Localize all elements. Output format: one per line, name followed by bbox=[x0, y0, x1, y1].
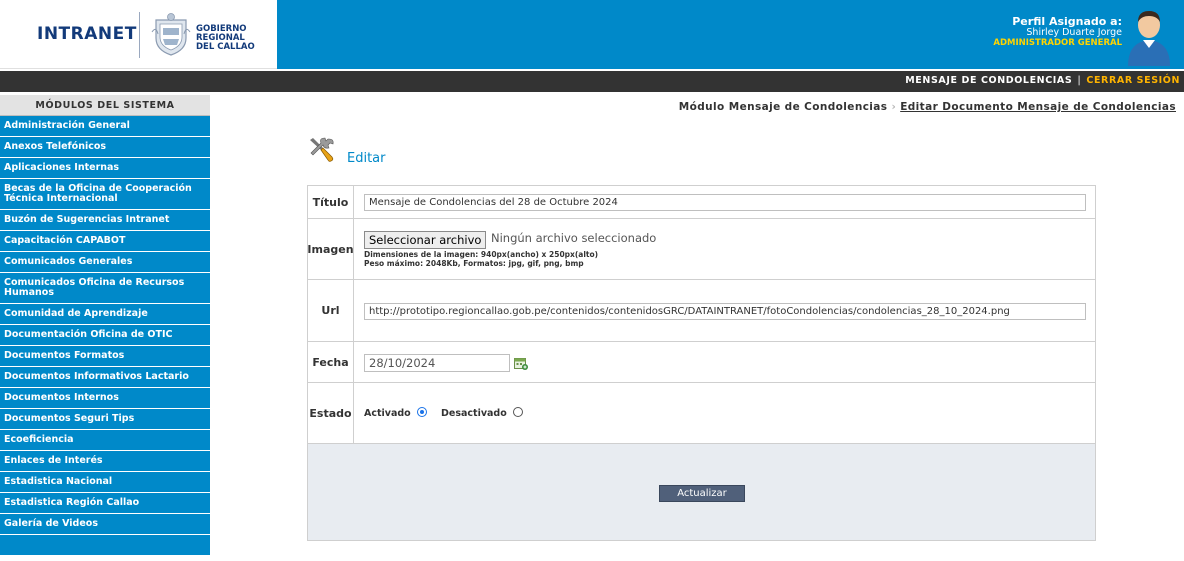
sidebar-item-documentacion-otic[interactable]: Documentación Oficina de OTIC bbox=[0, 325, 210, 346]
sidebar-item-more[interactable] bbox=[0, 535, 210, 556]
sidebar-item-buzon-sugerencias[interactable]: Buzón de Sugerencias Intranet bbox=[0, 210, 210, 231]
sidebar: MÓDULOS DEL SISTEMA Administración Gener… bbox=[0, 95, 210, 561]
sidebar-item-anexos-telefonicos[interactable]: Anexos Telefónicos bbox=[0, 137, 210, 158]
sidebar-title: MÓDULOS DEL SISTEMA bbox=[0, 95, 210, 116]
logout-link[interactable]: CERRAR SESIÓN bbox=[1086, 75, 1180, 86]
sidebar-item-label: Comunicados Oficina de Recursos Humanos bbox=[4, 277, 185, 298]
avatar bbox=[1128, 11, 1170, 66]
titulo-input[interactable]: Mensaje de Condolencias del 28 de Octubr… bbox=[364, 194, 1086, 211]
fecha-input[interactable]: 28/10/2024 bbox=[364, 354, 510, 372]
url-label: Url bbox=[308, 280, 354, 341]
image-dimensions-hint: Dimensiones de la imagen: 940px(ancho) x… bbox=[364, 250, 599, 259]
breadcrumb-current[interactable]: Editar Documento Mensaje de Condolencias bbox=[900, 101, 1176, 113]
top-navigation-bar: MENSAJE DE CONDOLENCIAS | CERRAR SESIÓN bbox=[0, 71, 1184, 92]
gov-line-3: DEL CALLAO bbox=[196, 42, 255, 52]
top-navigation-links: MENSAJE DE CONDOLENCIAS | CERRAR SESIÓN bbox=[905, 75, 1180, 86]
url-input[interactable]: http://prototipo.regioncallao.gob.pe/con… bbox=[364, 303, 1086, 320]
logo-area: INTRANET GOBIERNO REGIONAL DEL CALLAO bbox=[0, 0, 277, 69]
sidebar-item-administracion-general[interactable]: Administración General bbox=[0, 116, 210, 137]
sidebar-item-label: Galería de Videos bbox=[4, 518, 98, 529]
sidebar-item-label: Estadistica Nacional bbox=[4, 476, 113, 487]
regional-crest-icon bbox=[151, 13, 191, 56]
sidebar-item-galeria-videos[interactable]: Galería de Videos bbox=[0, 514, 210, 535]
image-weight-hint: Peso máximo: 2048Kb, Formatos: jpg, gif,… bbox=[364, 259, 584, 268]
activado-radio[interactable] bbox=[417, 407, 427, 417]
current-module-link[interactable]: MENSAJE DE CONDOLENCIAS bbox=[905, 75, 1072, 86]
imagen-cell: Seleccionar archivo Ningún archivo selec… bbox=[355, 219, 1095, 279]
sidebar-item-label: Comunicados Generales bbox=[4, 256, 133, 267]
imagen-label: Imagen bbox=[307, 219, 354, 279]
sidebar-item-aplicaciones-internas[interactable]: Aplicaciones Internas bbox=[0, 158, 210, 179]
desactivado-label[interactable]: Desactivado bbox=[441, 408, 507, 419]
header: INTRANET GOBIERNO REGIONAL DEL CALLAO Pe… bbox=[0, 0, 1184, 69]
sidebar-item-comunicados-rrhh[interactable]: Comunicados Oficina de Recursos Humanos bbox=[0, 273, 210, 304]
update-button[interactable]: Actualizar bbox=[659, 485, 745, 502]
choose-file-button[interactable]: Seleccionar archivo bbox=[364, 231, 487, 249]
sidebar-item-capacitacion[interactable]: Capacitación CAPABOT bbox=[0, 231, 210, 252]
edit-form: Título Mensaje de Condolencias del 28 de… bbox=[307, 185, 1096, 541]
fecha-cell: 28/10/2024 bbox=[355, 342, 1095, 382]
sidebar-item-label: Becas de la Oficina de Cooperación Técni… bbox=[4, 183, 192, 204]
breadcrumb-parent[interactable]: Módulo Mensaje de Condolencias bbox=[679, 101, 888, 113]
logo-divider bbox=[139, 12, 140, 58]
fecha-label: Fecha bbox=[308, 342, 354, 382]
page-title: Editar bbox=[347, 151, 386, 166]
sidebar-item-documentos-formatos[interactable]: Documentos Formatos bbox=[0, 346, 210, 367]
estado-cell: Activado Desactivado bbox=[355, 383, 1095, 443]
sidebar-item-estadistica-callao[interactable]: Estadistica Región Callao bbox=[0, 493, 210, 514]
desactivado-radio[interactable] bbox=[513, 407, 523, 417]
sidebar-item-label: Documentos Seguri Tips bbox=[4, 413, 135, 424]
form-row-titulo: Título Mensaje de Condolencias del 28 de… bbox=[308, 186, 1095, 219]
file-status: Ningún archivo seleccionado bbox=[491, 231, 657, 245]
url-cell: http://prototipo.regioncallao.gob.pe/con… bbox=[355, 280, 1095, 341]
sidebar-item-label: Documentación Oficina de OTIC bbox=[4, 329, 173, 340]
sidebar-item-enlaces-interes[interactable]: Enlaces de Interés bbox=[0, 451, 210, 472]
breadcrumb: Módulo Mensaje de Condolencias › Editar Do… bbox=[679, 101, 1176, 113]
activado-label[interactable]: Activado bbox=[364, 408, 411, 419]
sidebar-item-label: Buzón de Sugerencias Intranet bbox=[4, 214, 170, 225]
breadcrumb-arrow-icon: › bbox=[891, 101, 897, 113]
sidebar-item-label: Documentos Formatos bbox=[4, 350, 125, 361]
sidebar-item-label: Administración General bbox=[4, 120, 130, 131]
sidebar-item-becas[interactable]: Becas de la Oficina de Cooperación Técni… bbox=[0, 179, 210, 210]
sidebar-item-label: Enlaces de Interés bbox=[4, 455, 103, 466]
sidebar-item-documentos-lactario[interactable]: Documentos Informativos Lactario bbox=[0, 367, 210, 388]
nav-separator: | bbox=[1077, 75, 1082, 86]
sidebar-item-documentos-seguri-tips[interactable]: Documentos Seguri Tips bbox=[0, 409, 210, 430]
profile-role: ADMINISTRADOR GENERAL bbox=[993, 38, 1122, 48]
estado-label: Estado bbox=[308, 383, 354, 443]
form-actions: Actualizar bbox=[308, 444, 1095, 540]
sidebar-item-label: Aplicaciones Internas bbox=[4, 162, 120, 173]
form-row-url: Url http://prototipo.regioncallao.gob.pe… bbox=[308, 280, 1095, 342]
sidebar-item-comunicados-generales[interactable]: Comunicados Generales bbox=[0, 252, 210, 273]
sidebar-item-label: Documentos Informativos Lactario bbox=[4, 371, 189, 382]
sidebar-item-label: Ecoeficiencia bbox=[4, 434, 74, 445]
titulo-cell: Mensaje de Condolencias del 28 de Octubr… bbox=[355, 186, 1095, 218]
sidebar-item-label: Documentos Internos bbox=[4, 392, 119, 403]
sidebar-item-documentos-internos[interactable]: Documentos Internos bbox=[0, 388, 210, 409]
sidebar-item-ecoeficiencia[interactable]: Ecoeficiencia bbox=[0, 430, 210, 451]
tools-icon bbox=[310, 137, 334, 162]
sidebar-item-label: Comunidad de Aprendizaje bbox=[4, 308, 148, 319]
form-row-fecha: Fecha 28/10/2024 bbox=[308, 342, 1095, 383]
sidebar-item-comunidad-aprendizaje[interactable]: Comunidad de Aprendizaje bbox=[0, 304, 210, 325]
calendar-icon[interactable] bbox=[514, 357, 528, 370]
sidebar-item-label: Capacitación CAPABOT bbox=[4, 235, 126, 246]
sidebar-item-label: Estadistica Región Callao bbox=[4, 497, 140, 508]
titulo-label: Título bbox=[308, 186, 354, 218]
form-row-imagen: Imagen Seleccionar archivo Ningún archiv… bbox=[307, 219, 1095, 280]
profile-name: Shirley Duarte Jorge bbox=[1026, 27, 1122, 38]
government-name: GOBIERNO REGIONAL DEL CALLAO bbox=[196, 25, 255, 52]
header-banner: Perfil Asignado a: Shirley Duarte Jorge … bbox=[277, 0, 1184, 69]
profile-info: Perfil Asignado a: Shirley Duarte Jorge … bbox=[993, 16, 1122, 49]
sidebar-item-label: Anexos Telefónicos bbox=[4, 141, 107, 152]
form-row-estado: Estado Activado Desactivado bbox=[308, 383, 1095, 444]
intranet-logo-text: INTRANET bbox=[37, 24, 137, 44]
sidebar-item-estadistica-nacional[interactable]: Estadistica Nacional bbox=[0, 472, 210, 493]
